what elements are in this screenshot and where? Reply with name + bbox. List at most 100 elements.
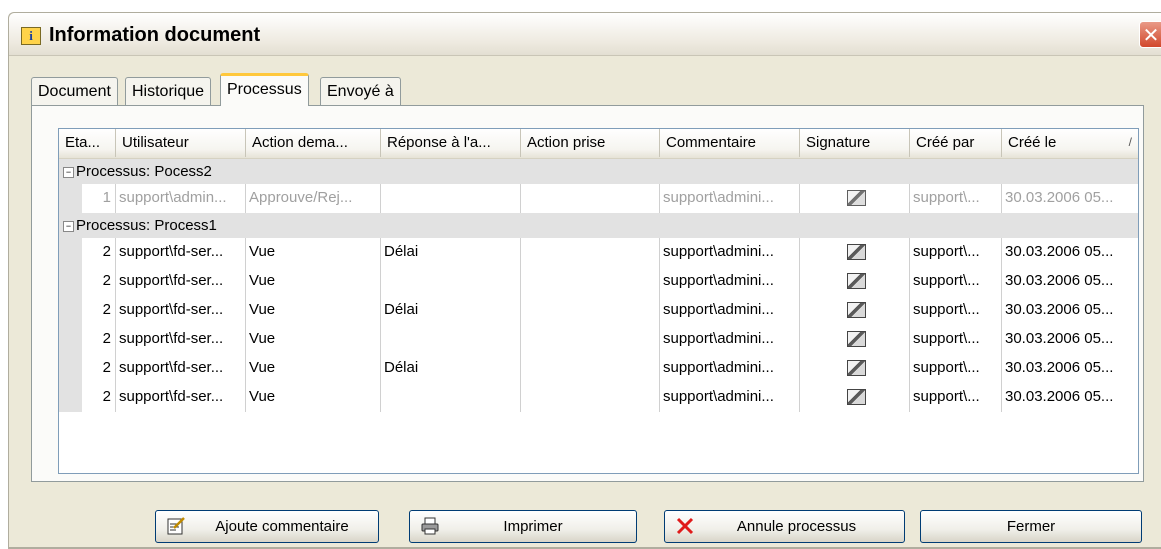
cell-action-demandee: Vue bbox=[245, 325, 380, 354]
add-comment-label: Ajoute commentaire bbox=[215, 518, 349, 535]
cell-cree-par: support\... bbox=[909, 354, 1001, 383]
column-header-cree-par[interactable]: Créé par bbox=[909, 129, 1001, 157]
cell-etat: 2 bbox=[102, 301, 111, 318]
cell-reponse bbox=[380, 383, 520, 412]
collapse-toggle-icon[interactable]: − bbox=[63, 221, 74, 232]
cell-signature bbox=[799, 354, 909, 383]
signature-image-icon[interactable] bbox=[846, 389, 866, 406]
cell-cree-par: support\... bbox=[909, 267, 1001, 296]
signature-image-icon[interactable] bbox=[846, 302, 866, 319]
cell-action-demandee: Vue bbox=[245, 267, 380, 296]
print-label: Imprimer bbox=[503, 518, 563, 535]
cell-action-prise bbox=[520, 325, 659, 354]
cell-commentaire: support\admini... bbox=[659, 238, 799, 267]
group-row-pocess2[interactable]: − Processus: Pocess2 bbox=[59, 159, 1138, 184]
column-header-commentaire[interactable]: Commentaire bbox=[659, 129, 799, 157]
cell-commentaire: support\admini... bbox=[659, 383, 799, 412]
table-row[interactable]: 1 support\admin... Approuve/Rej... suppo… bbox=[59, 184, 1138, 213]
information-document-dialog: i Information document ✕ Document Histor… bbox=[8, 12, 1161, 549]
cell-reponse: Délai bbox=[380, 296, 520, 325]
cell-action-prise bbox=[520, 383, 659, 412]
cell-cree-par: support\... bbox=[909, 383, 1001, 412]
close-window-button[interactable]: ✕ bbox=[1139, 21, 1161, 48]
cell-signature bbox=[799, 267, 909, 296]
cell-reponse bbox=[380, 325, 520, 354]
table-row[interactable]: 2 support\fd-ser... Vue Délai support\ad… bbox=[59, 354, 1138, 383]
red-x-icon bbox=[676, 517, 694, 535]
cell-cree-par: support\... bbox=[909, 238, 1001, 267]
list-header: Eta... Utilisateur Action dema... Répons… bbox=[59, 129, 1138, 159]
cell-cree-par: support\... bbox=[909, 296, 1001, 325]
cell-signature bbox=[799, 238, 909, 267]
cell-etat: 2 bbox=[102, 243, 111, 260]
row-indent bbox=[59, 296, 82, 325]
table-row[interactable]: 2 support\fd-ser... Vue Délai support\ad… bbox=[59, 238, 1138, 267]
table-row[interactable]: 2 support\fd-ser... Vue support\admini..… bbox=[59, 267, 1138, 296]
cell-reponse: Délai bbox=[380, 238, 520, 267]
printer-icon bbox=[421, 517, 439, 535]
tab-document[interactable]: Document bbox=[31, 77, 118, 105]
cell-cree-par: support\... bbox=[909, 184, 1001, 213]
signature-image-icon[interactable] bbox=[846, 331, 866, 348]
table-row[interactable]: 2 support\fd-ser... Vue Délai support\ad… bbox=[59, 296, 1138, 325]
tab-envoye-a[interactable]: Envoyé à bbox=[320, 77, 401, 105]
print-button[interactable]: Imprimer bbox=[409, 510, 637, 543]
cell-etat: 1 bbox=[102, 189, 111, 206]
processus-tab-panel: Eta... Utilisateur Action dema... Répons… bbox=[31, 105, 1144, 482]
process-list-view[interactable]: Eta... Utilisateur Action dema... Répons… bbox=[58, 128, 1139, 474]
column-header-cree-le-label: Créé le bbox=[1008, 134, 1057, 151]
title-bar[interactable]: i Information document ✕ bbox=[9, 13, 1161, 56]
cell-utilisateur: support\admin... bbox=[115, 184, 245, 213]
cell-action-demandee: Vue bbox=[245, 383, 380, 412]
column-header-signature[interactable]: Signature bbox=[799, 129, 909, 157]
close-button[interactable]: Fermer bbox=[920, 510, 1142, 543]
column-header-reponse[interactable]: Réponse à l'a... bbox=[380, 129, 520, 157]
cell-commentaire: support\admini... bbox=[659, 325, 799, 354]
cell-cree-le: 30.03.2006 05... bbox=[1001, 238, 1138, 267]
cell-cree-le: 30.03.2006 05... bbox=[1001, 354, 1138, 383]
signature-image-icon[interactable] bbox=[846, 360, 866, 377]
signature-image-icon[interactable] bbox=[846, 244, 866, 261]
group-label: Processus: Pocess2 bbox=[76, 163, 212, 180]
cell-utilisateur: support\fd-ser... bbox=[115, 267, 245, 296]
cell-reponse bbox=[380, 184, 520, 213]
cell-signature bbox=[799, 184, 909, 213]
cell-action-demandee: Approuve/Rej... bbox=[245, 184, 380, 213]
tab-processus[interactable]: Processus bbox=[220, 73, 309, 106]
group-label: Processus: Process1 bbox=[76, 217, 217, 234]
cell-cree-le: 30.03.2006 05... bbox=[1001, 267, 1138, 296]
add-comment-button[interactable]: Ajoute commentaire bbox=[155, 510, 379, 543]
table-row[interactable]: 2 support\fd-ser... Vue support\admini..… bbox=[59, 383, 1138, 412]
collapse-toggle-icon[interactable]: − bbox=[63, 167, 74, 178]
cancel-process-button[interactable]: Annule processus bbox=[664, 510, 905, 543]
edit-comment-icon bbox=[167, 517, 185, 535]
column-header-cree-le[interactable]: Créé le / bbox=[1001, 129, 1138, 157]
cell-action-prise bbox=[520, 238, 659, 267]
close-label: Fermer bbox=[1006, 518, 1056, 535]
table-row[interactable]: 2 support\fd-ser... Vue support\admini..… bbox=[59, 325, 1138, 354]
cell-signature bbox=[799, 296, 909, 325]
cell-utilisateur: support\fd-ser... bbox=[115, 383, 245, 412]
tab-historique[interactable]: Historique bbox=[125, 77, 212, 105]
cell-utilisateur: support\fd-ser... bbox=[115, 238, 245, 267]
cell-cree-le: 30.03.2006 05... bbox=[1001, 184, 1138, 213]
signature-image-icon[interactable] bbox=[846, 273, 866, 290]
column-header-etat[interactable]: Eta... bbox=[59, 129, 115, 157]
column-header-action-prise[interactable]: Action prise bbox=[520, 129, 659, 157]
cell-etat: 2 bbox=[102, 359, 111, 376]
cell-action-demandee: Vue bbox=[245, 238, 380, 267]
row-indent bbox=[59, 325, 82, 354]
column-header-utilisateur[interactable]: Utilisateur bbox=[115, 129, 245, 157]
cell-action-prise bbox=[520, 267, 659, 296]
cancel-process-label: Annule processus bbox=[736, 518, 857, 535]
row-indent bbox=[59, 267, 82, 296]
signature-image-icon[interactable] bbox=[846, 190, 866, 207]
cell-utilisateur: support\fd-ser... bbox=[115, 296, 245, 325]
row-indent bbox=[59, 184, 82, 213]
column-header-action-demandee[interactable]: Action dema... bbox=[245, 129, 380, 157]
cell-etat: 2 bbox=[102, 272, 111, 289]
cell-reponse bbox=[380, 267, 520, 296]
group-row-process1[interactable]: − Processus: Process1 bbox=[59, 213, 1138, 238]
row-indent bbox=[59, 354, 82, 383]
cell-cree-le: 30.03.2006 05... bbox=[1001, 383, 1138, 412]
